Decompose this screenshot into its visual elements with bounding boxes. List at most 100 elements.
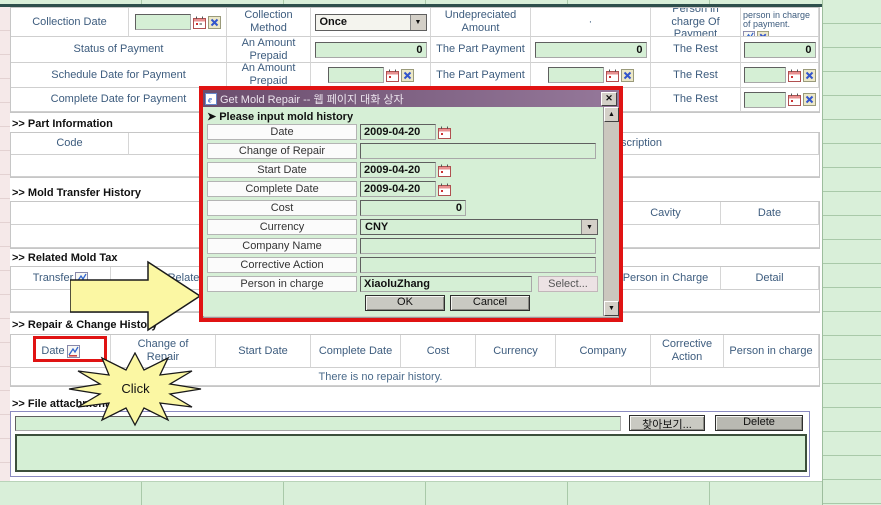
clear-date-icon[interactable] [621,69,634,82]
currency-select[interactable]: CNY ▼ [360,219,598,235]
dialog-currency-label: Currency [207,219,357,235]
dialog-title: Get Mold Repair -- 웹 페이지 대화 상자 [220,91,404,107]
collection-date-label: Collection Date [11,8,129,37]
dialog-company-input[interactable] [360,238,596,254]
chevron-down-icon[interactable]: ▼ [581,220,597,234]
dialog-prompt: ➤ Please input mold history [207,109,600,124]
tax-person-header: Person in Charge [611,267,721,290]
browse-button[interactable]: 찾아보기... [629,415,705,431]
rest-label-1: The Rest [651,37,741,63]
prompt-arrow-icon: ➤ [207,110,216,123]
part-payment-date-cell [531,63,651,88]
calendar-icon[interactable] [438,126,451,139]
calendar-icon[interactable] [788,69,801,82]
rest-date-cell-1 [741,63,819,88]
schedule-date-label: Schedule Date for Payment [11,63,227,88]
calendar-icon[interactable] [788,93,801,106]
collection-method-select[interactable]: Once ▼ [315,14,427,31]
transfer-date-header: Date [721,202,819,225]
attachment-list[interactable] [15,434,807,472]
svg-text:e: e [208,94,212,104]
clear-date-icon[interactable] [803,93,816,106]
prepaid-date-input[interactable] [328,67,384,83]
part-payment-input[interactable] [535,42,647,58]
dialog-person-input[interactable] [360,276,532,292]
currency-value: CNY [365,221,388,233]
dialog-start-date-label: Start Date [207,162,357,178]
clear-date-icon[interactable] [803,69,816,82]
close-icon[interactable]: ✕ [601,92,617,106]
repair-empty-cell [651,368,819,386]
scroll-down-icon[interactable]: ▼ [604,301,619,316]
rest-label-3: The Rest [651,88,741,112]
ok-button[interactable]: OK [365,295,445,311]
rest-input-1[interactable] [744,42,816,58]
dialog-date-label: Date [207,124,357,140]
ie-page-icon: e [205,93,217,105]
rest-cell-1 [741,37,819,63]
rest-label-2: The Rest [651,63,741,88]
chevron-down-icon[interactable]: ▼ [410,15,426,30]
undepreciated-amount-value: · [531,8,651,37]
scroll-up-icon[interactable]: ▲ [604,107,619,122]
amount-prepaid-date-label: An Amount Prepaid [227,63,311,88]
part-payment-cell [531,37,651,63]
calendar-icon[interactable] [438,183,451,196]
dialog-body: ➤ Please input mold history Date Change … [203,107,619,316]
dialog-corrective-input[interactable] [360,257,596,273]
calendar-icon[interactable] [386,69,399,82]
prepaid-date-cell [311,63,431,88]
collection-method-cell: Once ▼ [311,8,431,37]
dialog-person-label: Person in charge [207,276,357,292]
cavity-header: Cavity [611,202,721,225]
collection-date-cell [129,8,227,37]
rest-date-input-1[interactable] [744,67,786,83]
cancel-button[interactable]: Cancel [450,295,530,311]
calendar-icon[interactable] [606,69,619,82]
select-person-hint: Please select person in charge of paymen… [743,8,816,30]
tax-transfer-label: Transfer [33,272,74,285]
clear-date-icon[interactable] [401,69,414,82]
amount-prepaid-label: An Amount Prepaid [227,37,311,63]
dialog-scrollbar[interactable]: ▲ ▼ [603,107,619,316]
calendar-icon[interactable] [438,164,451,177]
person-in-charge-of-payment-label: Person in charge Of Payment [651,8,741,37]
select-person-cell: Please select person in charge of paymen… [741,8,819,37]
select-person-button[interactable]: Select... [538,276,598,292]
dialog-complete-date-input[interactable] [360,181,436,197]
repair-currency-header: Currency [476,335,556,368]
part-information-title: >> Part Information [12,118,113,130]
amount-prepaid-cell [311,37,431,63]
dialog-change-input[interactable] [360,143,596,159]
dialog-company-label: Company Name [207,238,357,254]
clear-date-icon[interactable] [208,16,221,29]
part-payment-date-label: The Part Payment [431,63,531,88]
collection-method-value: Once [320,16,348,28]
repair-company-header: Company [556,335,651,368]
repair-corrective-header: Corrective Action [651,335,724,368]
calendar-icon[interactable] [193,16,206,29]
part-payment-date-input[interactable] [548,67,604,83]
spreadsheet-bottom-row [0,481,822,505]
dialog-complete-date-label: Complete Date [207,181,357,197]
mold-transfer-title: >> Mold Transfer History [12,187,141,199]
collection-method-label: Collection Method [227,8,311,37]
dialog-start-date-input[interactable] [360,162,436,178]
repair-cost-header: Cost [401,335,476,368]
repair-person-header: Person in charge [724,335,819,368]
delete-button[interactable]: Delete [715,415,803,431]
spreadsheet-right-column [822,0,881,505]
dialog-date-input[interactable] [360,124,436,140]
click-here-arrow [70,256,205,336]
dialog-corrective-label: Corrective Action [207,257,357,273]
repair-start-header: Start Date [216,335,311,368]
rest-date-cell-2 [741,88,819,112]
collection-date-input[interactable] [135,14,191,30]
dialog-cost-label: Cost [207,200,357,216]
dialog-cost-input[interactable] [360,200,466,216]
mold-management-screen: Collection Date Collection Method Once ▼… [0,0,881,505]
amount-prepaid-input[interactable] [315,42,427,58]
rest-date-input-2[interactable] [744,92,786,108]
spreadsheet-left-margin [0,7,10,481]
prompt-text: Please input mold history [219,111,353,123]
